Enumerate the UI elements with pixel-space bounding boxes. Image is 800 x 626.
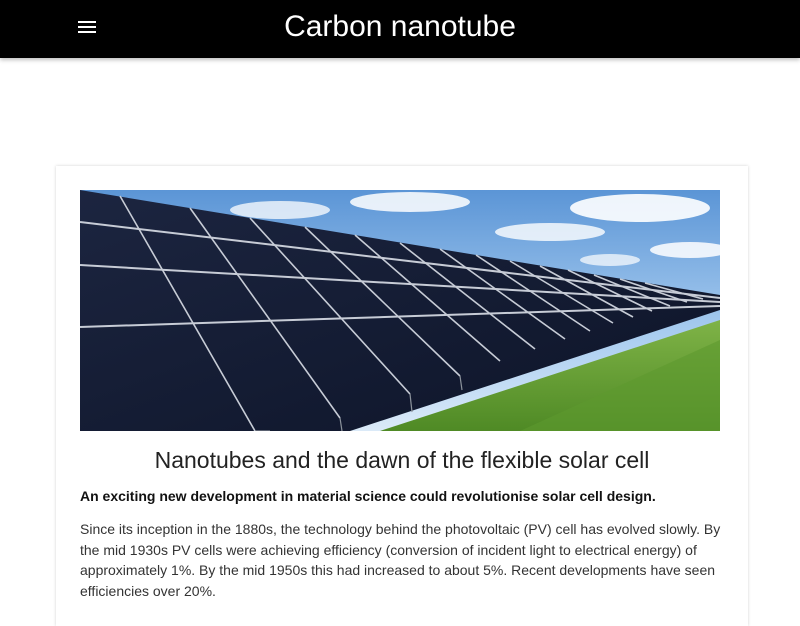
article-lead: An exciting new development in material … <box>80 488 656 504</box>
app-header: Carbon nanotube <box>0 0 800 58</box>
article-card: Nanotubes and the dawn of the flexible s… <box>56 166 748 626</box>
page-title: Carbon nanotube <box>284 10 516 43</box>
solar-panel-image <box>80 190 720 431</box>
article-headline: Nanotubes and the dawn of the flexible s… <box>154 447 650 473</box>
article-body: Since its inception in the 1880s, the te… <box>80 521 721 599</box>
